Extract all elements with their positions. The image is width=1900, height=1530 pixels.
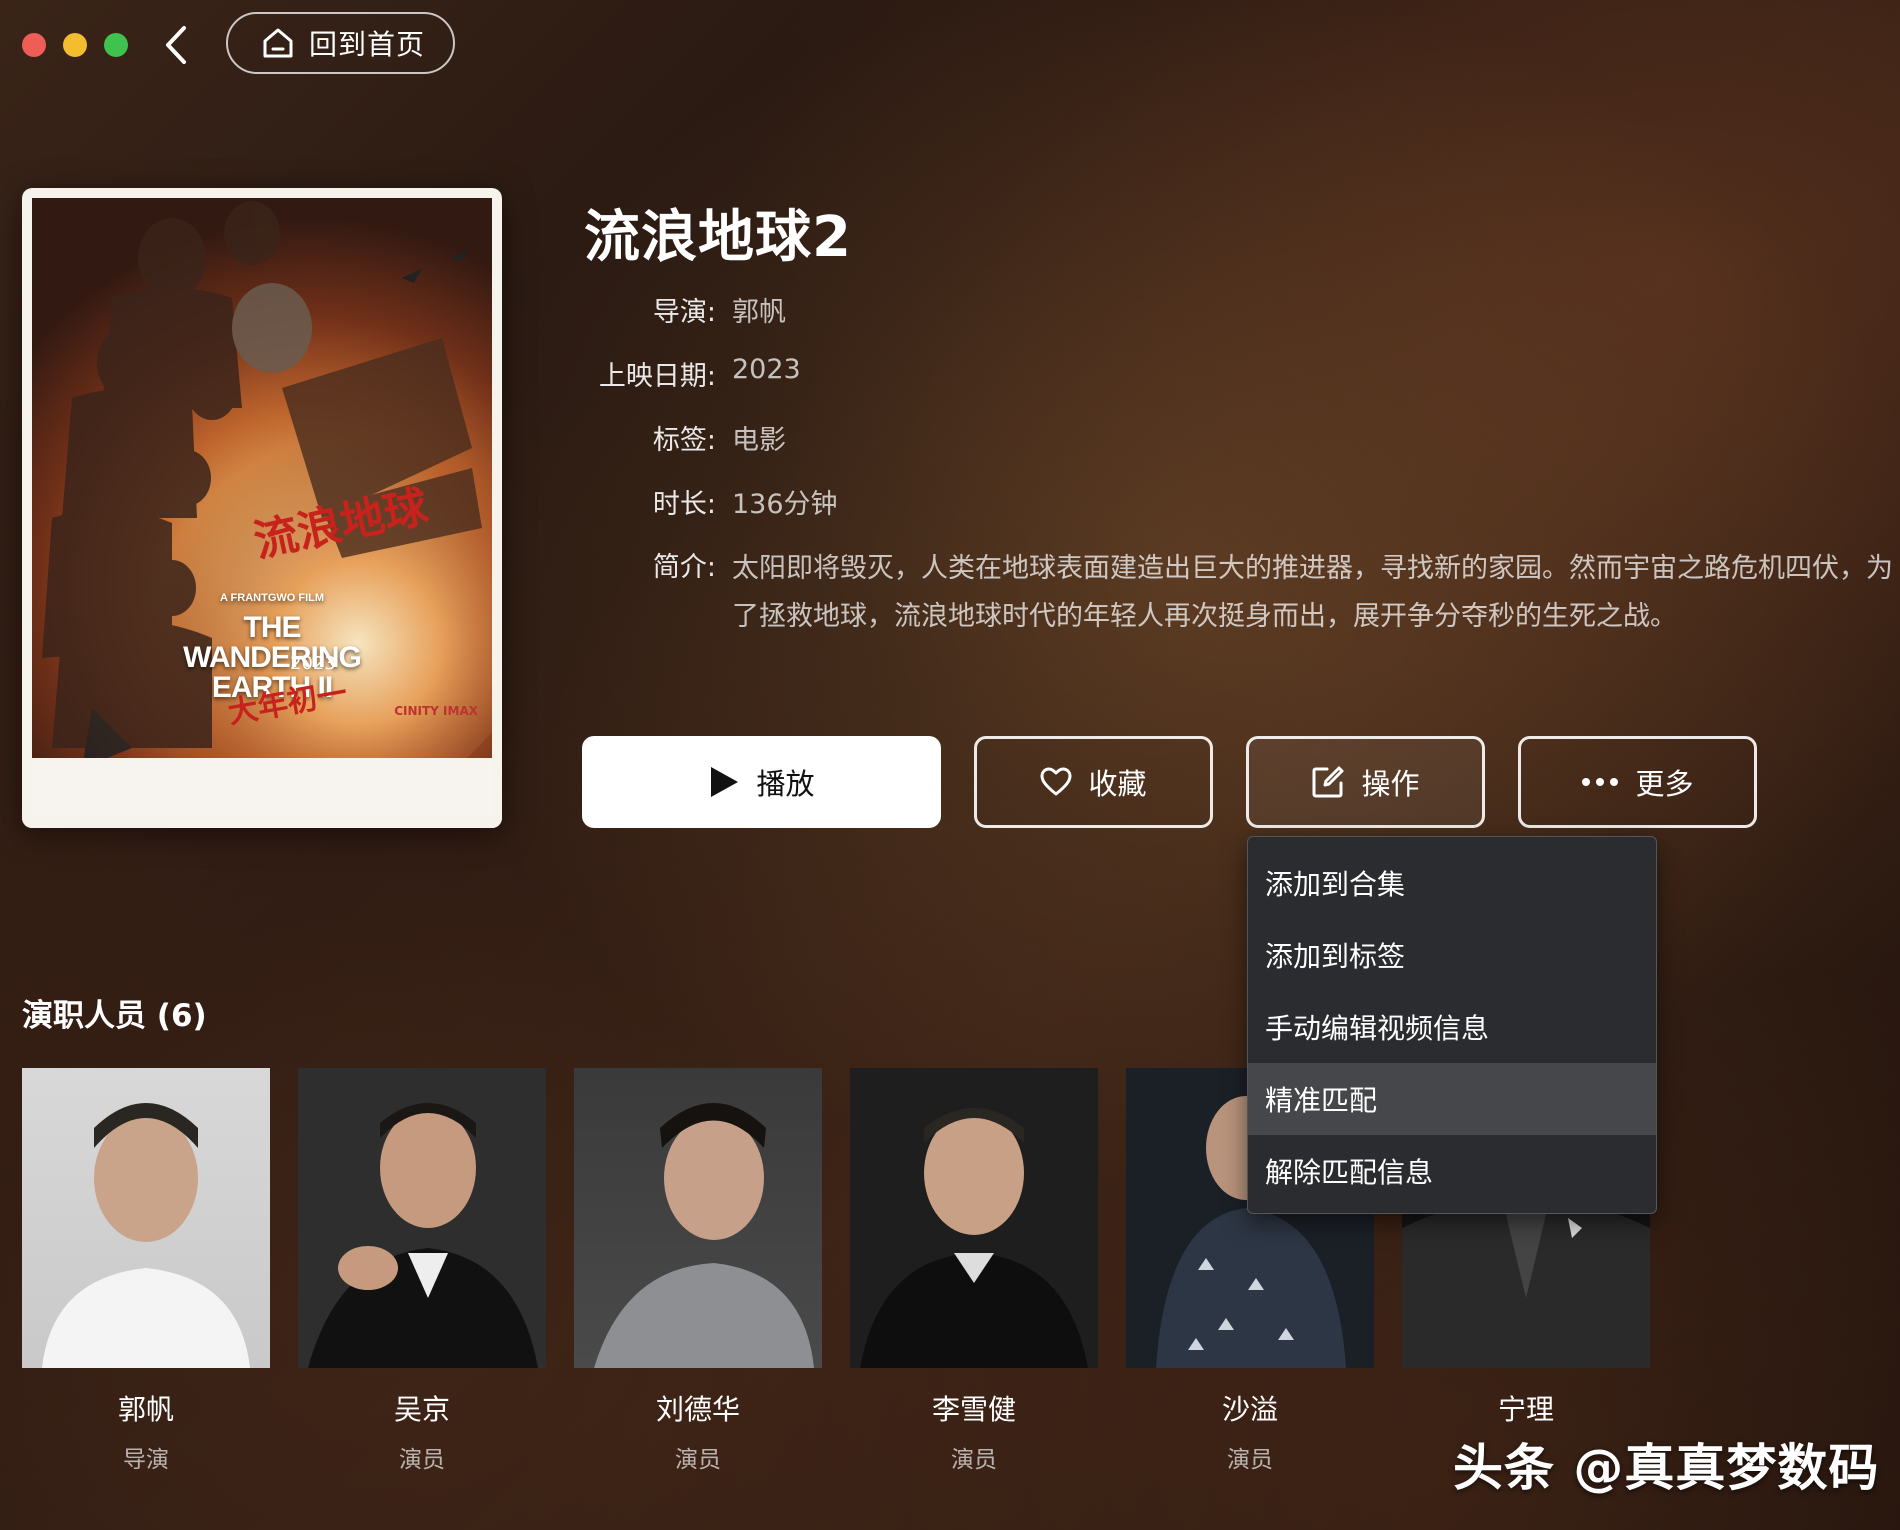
release-value: 2023 [732,354,801,385]
director-label: 导演: [652,297,716,328]
cast-role: 演员 [1227,1447,1273,1473]
operate-button[interactable]: 操作 [1246,736,1485,828]
tags-value[interactable]: 电影 [732,418,786,457]
cast-card[interactable]: 李雪健 演员 [850,1068,1098,1474]
play-button-label: 播放 [756,767,815,801]
play-button[interactable]: 播放 [582,736,941,828]
cast-card[interactable]: 刘德华 演员 [574,1068,822,1474]
release-label: 上映日期: [598,361,716,392]
cast-role: 演员 [399,1447,445,1473]
watermark: 头条 @真真梦数码 [1453,1439,1880,1497]
cast-photo [298,1068,546,1368]
home-button[interactable]: 回到首页 [226,12,455,74]
favorite-button-label: 收藏 [1088,767,1147,801]
duration-label: 时长: [652,489,716,520]
more-button[interactable]: 更多 [1518,736,1757,828]
synopsis-text: 太阳即将毁灭，人类在地球表面建造出巨大的推进器，寻找新的家园。然而宇宙之路危机四… [732,553,1893,632]
cast-role: 导演 [123,1447,169,1473]
menu-item-precise-match[interactable]: 精准匹配 [1248,1063,1656,1135]
window-maximize-button[interactable] [104,33,128,57]
cast-role: 演员 [675,1447,721,1473]
cast-name: 吴京 [393,1393,450,1426]
home-button-label: 回到首页 [309,28,426,61]
movie-poster: 流浪地球 A FRANTGWO FILM THE WANDERING EARTH… [22,188,502,828]
poster-credits-band [22,758,502,828]
synopsis-label: 简介: [652,552,716,583]
back-button[interactable] [156,22,196,68]
cast-name: 李雪健 [931,1393,1016,1426]
chevron-left-icon [166,26,186,64]
cast-heading: 演职人员 (6) [22,998,207,1034]
menu-item-add-to-tag[interactable]: 添加到标签 [1248,919,1656,991]
favorite-button[interactable]: 收藏 [974,736,1213,828]
operate-menu: 添加到合集 添加到标签 手动编辑视频信息 精准匹配 解除匹配信息 [1247,836,1657,1214]
tags-label: 标签: [652,425,716,456]
operate-button-label: 操作 [1361,767,1420,801]
menu-item-unmatch[interactable]: 解除匹配信息 [1248,1135,1656,1207]
director-value[interactable]: 郭帆 [732,290,786,329]
heart-icon [1040,767,1072,796]
cast-photo [574,1068,822,1368]
play-icon [711,767,739,797]
more-icon [1582,778,1619,786]
cast-card[interactable]: 郭帆 导演 [22,1068,270,1474]
window-minimize-button[interactable] [63,33,87,57]
cast-name: 宁理 [1497,1393,1554,1426]
cast-name: 刘德华 [655,1393,740,1426]
home-icon [263,28,293,58]
menu-item-edit-video-info[interactable]: 手动编辑视频信息 [1248,991,1656,1063]
window-close-button[interactable] [22,33,46,57]
more-button-label: 更多 [1635,767,1694,801]
cast-photo [850,1068,1098,1368]
cast-photo [22,1068,270,1368]
edit-icon [1312,766,1344,798]
cast-role: 演员 [951,1447,997,1473]
cast-name: 郭帆 [117,1393,174,1426]
poster-imax-badge: CINITY IMAX [394,704,478,718]
menu-item-add-to-collection[interactable]: 添加到合集 [1248,847,1656,919]
cast-card[interactable]: 吴京 演员 [298,1068,546,1474]
movie-title: 流浪地球2 [584,205,852,270]
duration-value: 136分钟 [732,489,838,520]
cast-name: 沙溢 [1221,1393,1278,1426]
